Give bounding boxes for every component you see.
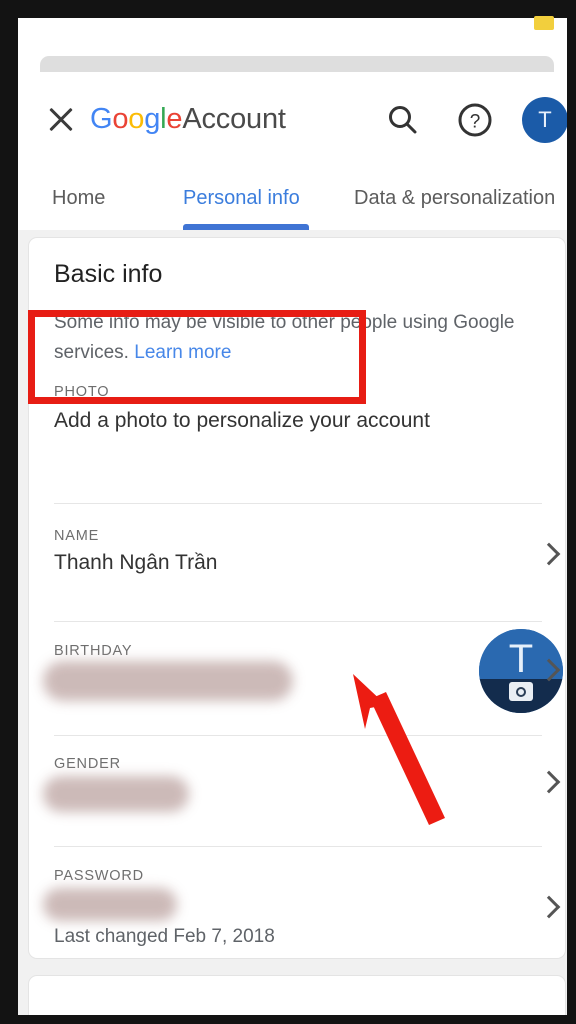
row-password[interactable]: PASSWORD Last changed Feb 7, 2018 [29,868,567,960]
chevron-right-icon-password[interactable] [534,893,564,923]
divider-after-birthday [54,735,542,736]
logo-letter-e: e [166,103,183,135]
divider-after-name [54,621,542,622]
contact-info-title: Contact info [54,1020,187,1024]
search-glyph [389,106,417,134]
row-birthday-redaction [43,661,293,701]
close-icon[interactable] [43,101,79,137]
description-text: Some info may be visible to other people… [54,312,515,363]
tab-data-personalization[interactable]: Data & personalization [354,178,555,218]
phone-frame: GoogleAccount ? T Home Personal info Dat… [0,0,576,1024]
divider-after-photo [54,503,542,504]
logo-letter-o1: o [112,103,129,135]
row-name-value: Thanh Ngân Trần [54,551,218,574]
tab-personal-info[interactable]: Personal info [183,178,300,218]
divider-after-gender [54,846,542,847]
page-title: GoogleAccount [90,96,286,142]
row-name[interactable]: NAME Thanh Ngân Trần [29,528,567,604]
search-icon[interactable] [383,100,423,140]
svg-text:?: ? [470,112,481,133]
app-bar: GoogleAccount ? T Home Personal info Dat… [18,18,567,230]
learn-more-link[interactable]: Learn more [134,342,231,363]
row-gender-redaction [43,776,189,812]
phone-screen: GoogleAccount ? T Home Personal info Dat… [18,18,567,1024]
avatar[interactable]: T [522,97,567,143]
chevron-right-icon-birthday[interactable] [534,656,564,686]
row-photo-value: Add a photo to personalize your account [54,409,430,432]
row-photo[interactable]: PHOTO Add a photo to personalize your ac… [29,384,567,502]
row-gender-label: GENDER [54,756,121,772]
row-birthday[interactable]: BIRTHDAY [29,643,567,719]
chevron-right-icon-gender[interactable] [534,768,564,798]
sheet-handle[interactable] [40,56,554,72]
brand-word: Account [182,103,286,135]
tab-home[interactable]: Home [52,178,105,218]
chevron-right-icon-name[interactable] [534,540,564,570]
row-gender[interactable]: GENDER [29,756,567,832]
avatar-initial: T [538,107,552,132]
tab-bar: Home Personal info Data & personalizatio… [18,166,567,230]
row-password-sub: Last changed Feb 7, 2018 [54,926,275,947]
row-birthday-label: BIRTHDAY [54,643,133,659]
logo-letter-g2: g [144,103,161,135]
basic-info-card: Basic info Some info may be visible to o… [28,237,566,959]
contact-info-card: Contact info [28,975,566,1024]
row-password-redaction [43,888,177,921]
help-glyph: ? [458,103,492,137]
basic-info-description: Some info may be visible to other people… [54,308,534,368]
logo-letter-o2: o [128,103,145,135]
basic-info-title: Basic info [54,260,163,288]
row-photo-label: PHOTO [54,384,110,400]
row-password-label: PASSWORD [54,868,144,884]
row-name-label: NAME [54,528,100,544]
logo-letter-g: G [90,103,113,135]
corner-marker [534,16,554,30]
help-icon[interactable]: ? [455,100,495,140]
scroll-content[interactable]: Basic info Some info may be visible to o… [18,230,567,1024]
app-bar-row: GoogleAccount ? T [18,86,567,154]
